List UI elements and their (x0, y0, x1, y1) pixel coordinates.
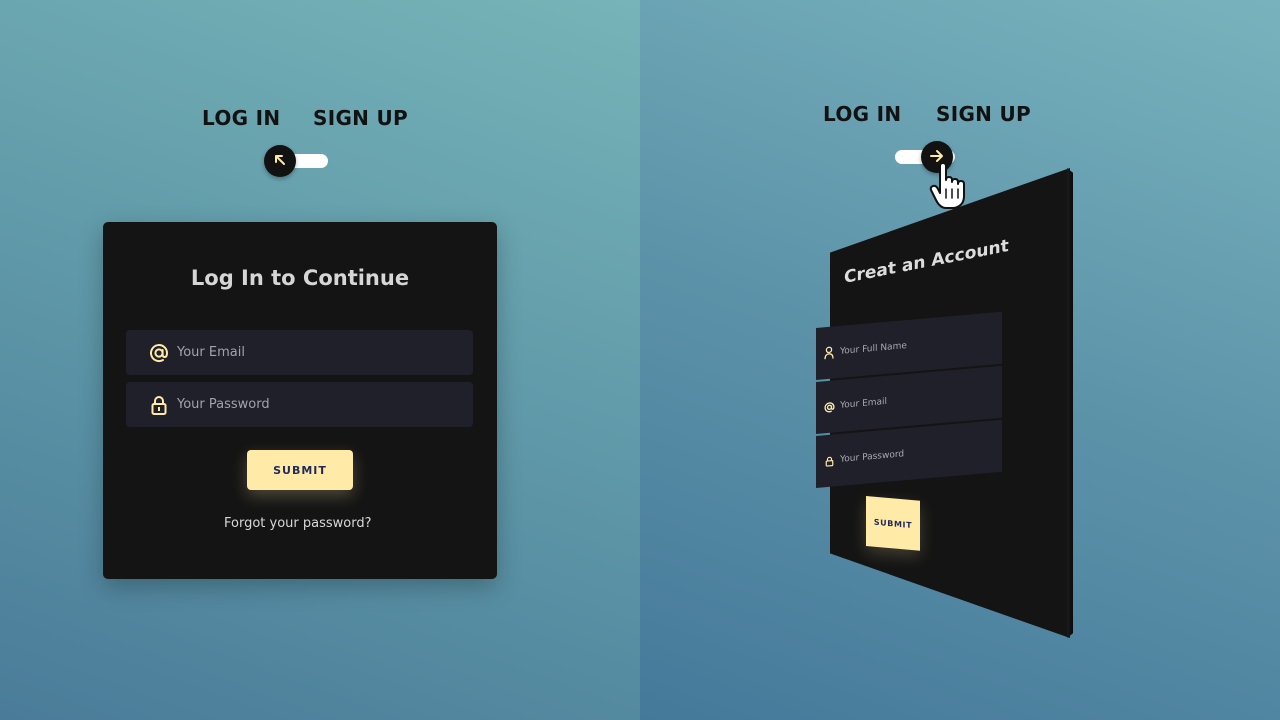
email-placeholder: Your Email (840, 396, 888, 411)
lock-icon (148, 394, 170, 416)
at-sign-icon (822, 398, 836, 415)
login-card: Log In to Continue SUBMIT Forgot yo (103, 222, 497, 579)
tab-sign-up[interactable]: SIGN UP (936, 102, 1031, 126)
mode-toggle-knob[interactable] (921, 141, 953, 173)
fullname-placeholder: Your Full Name (840, 341, 907, 357)
submit-button[interactable]: SUBMIT (866, 496, 920, 551)
user-icon (822, 344, 836, 361)
tab-sign-up[interactable]: SIGN UP (313, 106, 408, 130)
tab-log-in[interactable]: LOG IN (823, 102, 901, 126)
arrow-right-icon (929, 148, 945, 167)
right-panel: LOG IN SIGN UP Creat an Account Your Ful… (640, 0, 1280, 720)
tab-log-in[interactable]: LOG IN (202, 106, 280, 130)
signup-card-title: Creat an Account (844, 235, 1009, 288)
email-field[interactable] (126, 330, 473, 375)
password-field[interactable] (126, 382, 473, 427)
at-sign-icon (148, 342, 170, 364)
email-input[interactable] (177, 345, 457, 360)
submit-button[interactable]: SUBMIT (247, 450, 353, 490)
password-placeholder: Your Password (840, 449, 905, 465)
arrow-up-left-icon (273, 152, 287, 171)
mode-toggle-knob[interactable] (264, 145, 296, 177)
lock-icon (822, 452, 836, 469)
login-card-title: Log In to Continue (190, 266, 410, 290)
password-input[interactable] (177, 397, 457, 412)
left-panel: LOG IN SIGN UP Log In to Continue Your E… (0, 0, 640, 720)
forgot-password-link[interactable]: Forgot your password? (224, 516, 372, 531)
signup-card-3d: Creat an Account Your Full Name Your Ema… (816, 168, 1073, 638)
